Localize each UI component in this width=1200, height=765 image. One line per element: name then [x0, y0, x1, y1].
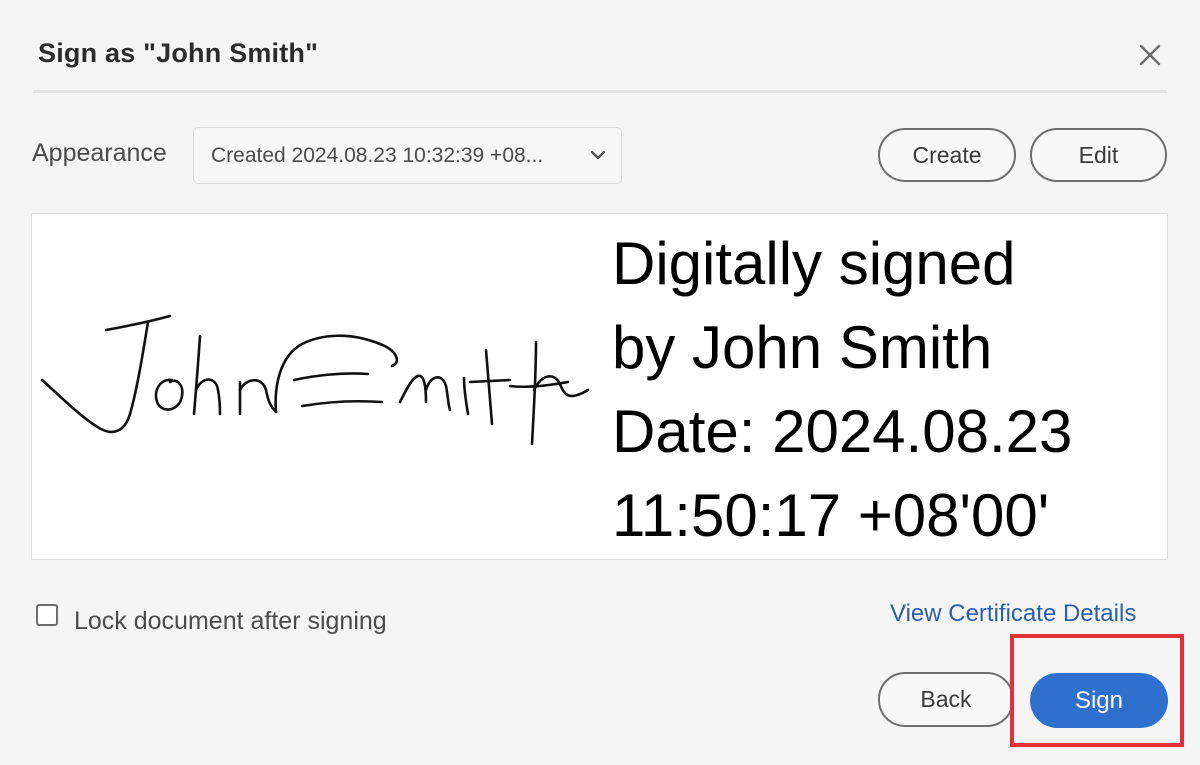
- signature-line-4: 11:50:17 +08'00': [612, 482, 1050, 549]
- back-button[interactable]: Back: [878, 672, 1014, 727]
- header-divider: [33, 90, 1167, 93]
- signature-details: Digitally signed by John Smith Date: 202…: [612, 222, 1072, 558]
- sign-button[interactable]: Sign: [1030, 673, 1168, 728]
- edit-button[interactable]: Edit: [1030, 128, 1167, 182]
- sign-dialog: Sign as "John Smith" Appearance Created …: [0, 0, 1200, 765]
- create-button[interactable]: Create: [878, 128, 1016, 182]
- signature-preview: Digitally signed by John Smith Date: 202…: [31, 213, 1168, 560]
- chevron-down-icon: [590, 150, 606, 160]
- appearance-dropdown[interactable]: Created 2024.08.23 10:32:39 +08...: [193, 127, 622, 184]
- signature-line-1: Digitally signed: [612, 230, 1016, 297]
- appearance-selected-value: Created 2024.08.23 10:32:39 +08...: [211, 144, 544, 167]
- signature-line-3: Date: 2024.08.23: [612, 398, 1073, 465]
- handwritten-signature: [40, 314, 590, 446]
- lock-document-label[interactable]: Lock document after signing: [74, 607, 387, 636]
- dialog-title: Sign as "John Smith": [38, 38, 319, 68]
- appearance-label: Appearance: [32, 139, 167, 167]
- view-certificate-details-link[interactable]: View Certificate Details: [890, 600, 1136, 628]
- close-button[interactable]: [1135, 40, 1165, 70]
- signature-line-2: by John Smith: [612, 314, 993, 381]
- close-icon: [1139, 44, 1161, 66]
- lock-document-checkbox[interactable]: [36, 604, 58, 626]
